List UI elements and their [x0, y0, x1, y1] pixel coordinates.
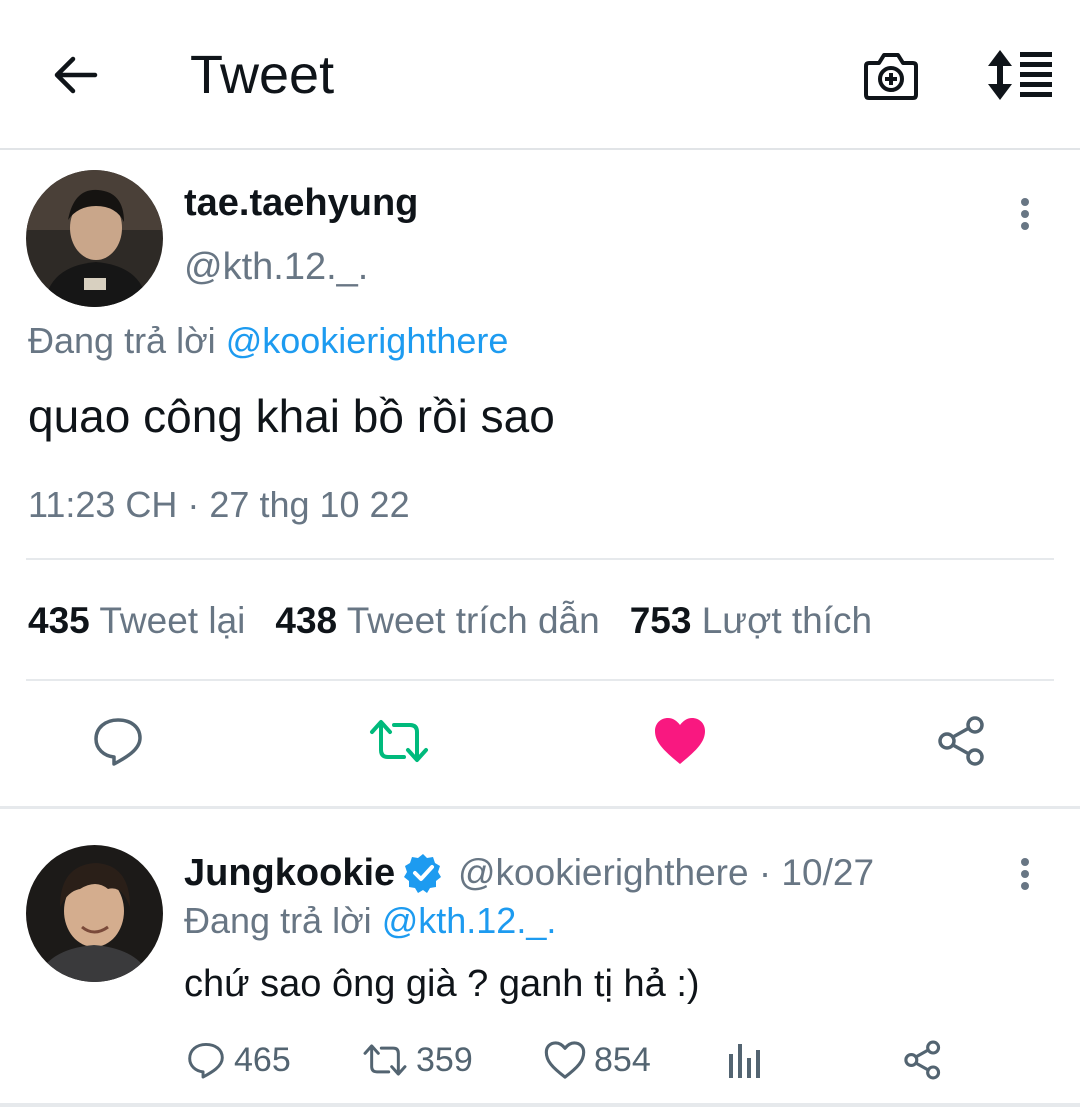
reply-button[interactable]	[83, 706, 153, 776]
reply-count: 465	[234, 1041, 291, 1079]
sort-button[interactable]	[980, 40, 1060, 110]
retweet-icon	[363, 1044, 407, 1076]
share-icon	[938, 716, 984, 766]
retweet-button[interactable]	[364, 706, 434, 776]
tweet-actions	[0, 700, 1080, 780]
like-button[interactable]: 854	[544, 1030, 651, 1090]
reply-button[interactable]: 465	[186, 1030, 291, 1090]
back-arrow-icon	[54, 56, 98, 94]
avatar[interactable]	[26, 845, 163, 982]
camera-plus-icon	[864, 53, 918, 100]
tweet-stats: 435 Tweet lại 438 Tweet trích dẫn 753 Lượt…	[28, 598, 872, 644]
retweets-stat[interactable]: 435 Tweet lại	[28, 600, 245, 641]
quotes-stat[interactable]: 438 Tweet trích dẫn	[275, 600, 599, 641]
page-title: Tweet	[190, 45, 335, 105]
divider	[26, 679, 1054, 681]
camera-button[interactable]	[856, 40, 926, 110]
verified-icon	[404, 854, 441, 893]
more-options-button[interactable]	[1005, 852, 1045, 896]
retweet-icon	[370, 720, 428, 762]
mention-link[interactable]: @kookierighthere	[226, 320, 509, 361]
more-options-button[interactable]	[1005, 192, 1045, 236]
like-count: 854	[594, 1041, 651, 1079]
reply-actions: 465 359 854	[0, 1030, 1080, 1090]
retweet-button[interactable]: 359	[362, 1030, 473, 1090]
share-button[interactable]	[927, 706, 997, 776]
avatar[interactable]	[26, 170, 163, 307]
display-name[interactable]: tae.taehyung	[184, 180, 418, 226]
heart-icon	[544, 1041, 586, 1079]
replying-to: Đang trả lời @kookierighthere	[28, 320, 509, 361]
tweet-text: quao công khai bồ rồi sao	[28, 390, 555, 442]
heart-icon	[655, 718, 705, 764]
mention-link[interactable]: @kth.12._.	[382, 900, 557, 941]
share-icon	[904, 1040, 941, 1080]
analytics-button[interactable]	[726, 1030, 762, 1090]
back-button[interactable]	[40, 40, 110, 110]
user-handle-date[interactable]: @kookierighthere · 10/27	[458, 850, 874, 896]
section-divider	[0, 806, 1080, 809]
reply-icon	[188, 1042, 224, 1079]
display-name[interactable]: Jungkookie	[184, 850, 395, 896]
divider	[26, 558, 1054, 560]
like-button[interactable]	[645, 706, 715, 776]
replying-to: Đang trả lời @kth.12._.	[184, 900, 557, 941]
tweet-timestamp[interactable]: 11:23 CH · 27 thg 10 22	[28, 482, 410, 528]
retweet-count: 359	[416, 1041, 473, 1079]
top-app-bar: Tweet	[0, 0, 1080, 150]
share-button[interactable]	[902, 1030, 944, 1090]
likes-stat[interactable]: 753 Lượt thích	[630, 600, 872, 641]
reply-icon	[94, 718, 142, 766]
sort-icon	[988, 50, 1052, 100]
analytics-icon	[729, 1044, 760, 1078]
more-vertical-icon	[1021, 198, 1029, 206]
tweet-text: chứ sao ông già ? ganh tị hả :)	[184, 963, 700, 1005]
user-handle[interactable]: @kth.12._.	[184, 244, 368, 290]
bottom-divider	[0, 1103, 1080, 1107]
more-vertical-icon	[1021, 858, 1029, 866]
